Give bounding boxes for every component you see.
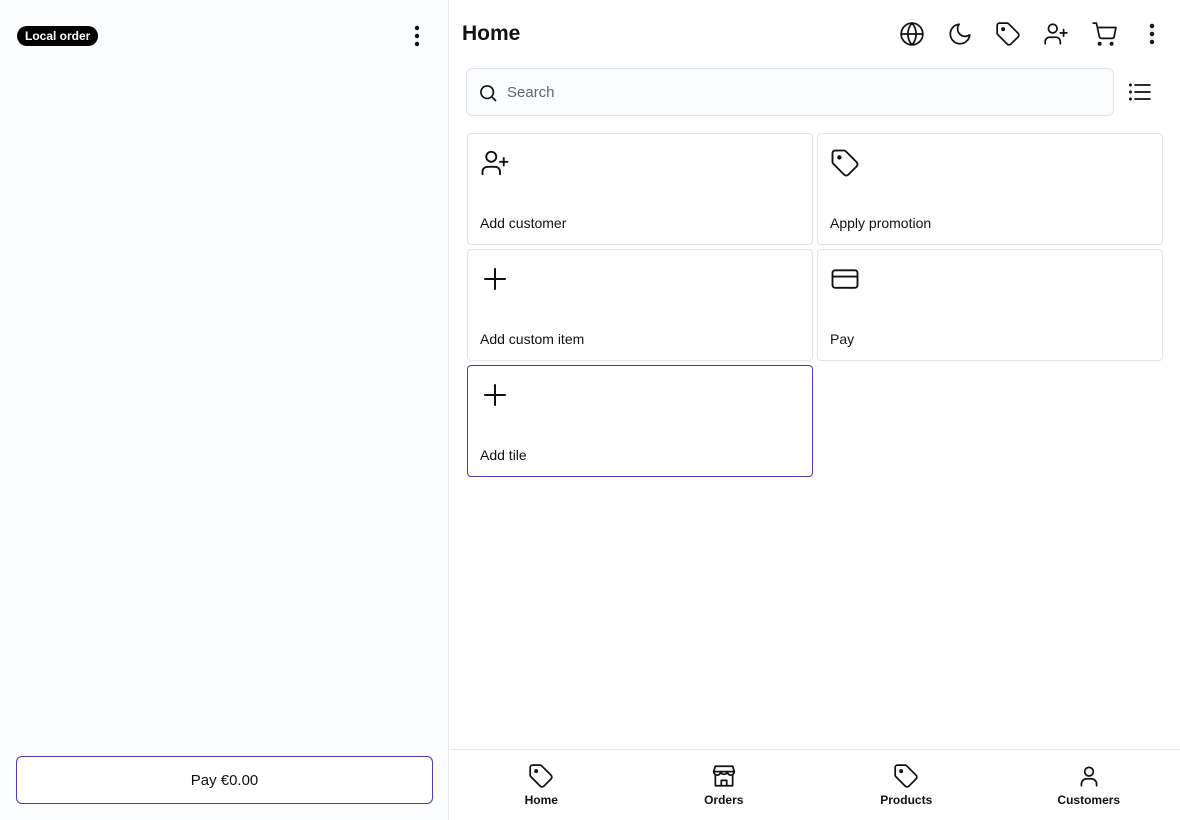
- tag-icon: [529, 764, 553, 788]
- pay-button[interactable]: Pay €0.00: [16, 756, 433, 804]
- cart-button[interactable]: [1088, 18, 1120, 50]
- theme-toggle-button[interactable]: [944, 18, 976, 50]
- order-type-badge[interactable]: Local order: [17, 26, 99, 46]
- credit-card-icon: [831, 269, 859, 289]
- store-icon: [712, 765, 735, 787]
- nav-item-orders[interactable]: Orders: [633, 750, 816, 820]
- plus-icon: [484, 384, 506, 406]
- tile-add-custom-item[interactable]: Add custom item: [467, 249, 813, 361]
- nav-item-customers[interactable]: Customers: [998, 750, 1180, 820]
- nav-item-products[interactable]: Products: [815, 750, 998, 820]
- more-menu-button[interactable]: [1136, 18, 1168, 50]
- tile-label: Add tile: [480, 447, 527, 463]
- tag-icon: [831, 149, 859, 177]
- nav-label: Customers: [1057, 793, 1121, 807]
- list-icon: [1129, 83, 1151, 101]
- tile-label: Pay: [830, 331, 855, 347]
- tile-label: Apply promotion: [830, 215, 932, 231]
- nav-label: Orders: [704, 793, 744, 807]
- user-plus-icon: [481, 150, 509, 176]
- search-box: [466, 68, 1114, 116]
- add-customer-button[interactable]: [1040, 18, 1072, 50]
- more-vertical-icon: [414, 25, 420, 47]
- tile-apply-promotion[interactable]: Apply promotion: [817, 133, 1163, 245]
- list-view-toggle[interactable]: [1126, 76, 1154, 108]
- tag-icon: [996, 22, 1020, 46]
- cart-panel: Local order Pay €0.00: [0, 0, 449, 820]
- page-title: Home: [462, 22, 521, 45]
- tile-label: Add customer: [480, 215, 567, 231]
- bottom-nav: Home Orders Products Customers: [450, 749, 1180, 820]
- action-tile-grid: Add customer Apply promotion Add custom …: [467, 133, 1163, 477]
- nav-label: Home: [524, 793, 558, 807]
- user-plus-icon: [1044, 23, 1068, 45]
- nav-item-home[interactable]: Home: [450, 750, 633, 820]
- search-icon: [480, 85, 497, 102]
- cart-icon: [1092, 22, 1117, 46]
- tile-add-customer[interactable]: Add customer: [467, 133, 813, 245]
- search-input[interactable]: [507, 69, 1107, 115]
- tag-icon: [894, 764, 918, 788]
- language-button[interactable]: [896, 18, 928, 50]
- tile-add-tile[interactable]: Add tile: [467, 365, 813, 477]
- promotion-button[interactable]: [992, 18, 1024, 50]
- nav-label: Products: [880, 793, 933, 807]
- cart-more-menu-button[interactable]: [405, 22, 429, 50]
- tile-pay[interactable]: Pay: [817, 249, 1163, 361]
- globe-icon: [900, 22, 924, 46]
- moon-icon: [949, 23, 971, 45]
- header-toolbar: [896, 18, 1168, 50]
- tile-label: Add custom item: [480, 331, 585, 347]
- main-area: Home Add customer: [450, 0, 1180, 820]
- plus-icon: [484, 268, 506, 290]
- user-icon: [1080, 766, 1098, 787]
- more-vertical-icon: [1149, 23, 1155, 45]
